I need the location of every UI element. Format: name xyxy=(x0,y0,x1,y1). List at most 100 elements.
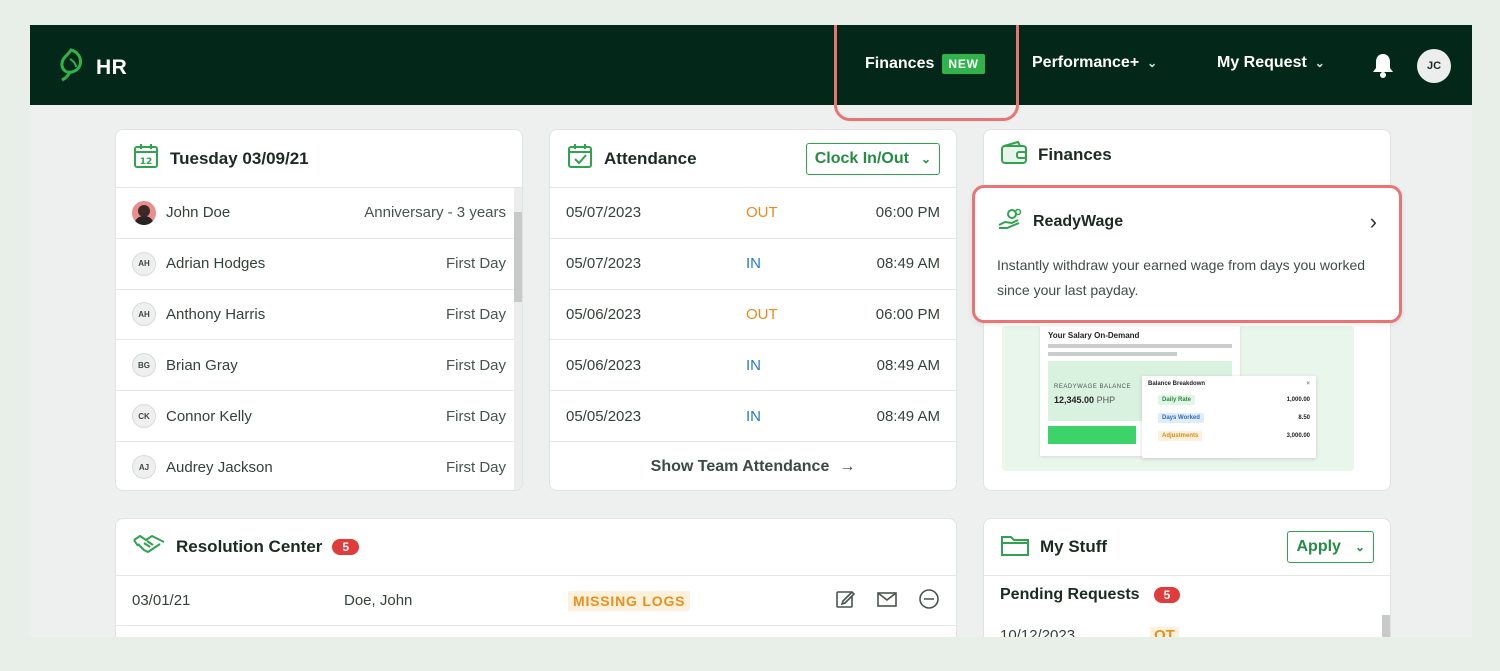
show-team-attendance-link[interactable]: Show Team Attendance → xyxy=(550,442,956,490)
resolution-center-header: Resolution Center 5 xyxy=(116,519,956,576)
table-row[interactable]: 03/01/21 Doe, John MISSING LOGS xyxy=(116,576,956,626)
attendance-time: 06:00 PM xyxy=(875,305,940,323)
calendar-date-number: 12 xyxy=(140,157,153,167)
event-note: First Day xyxy=(446,458,506,476)
chevron-down-icon: ⌄ xyxy=(1147,56,1158,70)
calendar-check-icon xyxy=(566,142,594,175)
attendance-time: 08:49 AM xyxy=(876,407,940,425)
list-item[interactable]: John Doe Anniversary - 3 years xyxy=(116,188,522,239)
my-stuff-header: My Stuff Apply ⌄ xyxy=(984,519,1390,576)
event-note: First Day xyxy=(446,255,506,273)
calendar-title: Tuesday 03/09/21 xyxy=(170,148,309,168)
person-name: John Doe xyxy=(166,204,231,222)
list-item[interactable]: AH Anthony Harris First Day xyxy=(116,290,522,341)
attendance-date: 05/06/2023 xyxy=(566,356,642,374)
nav-performance[interactable]: Performance+ ⌄ xyxy=(1032,54,1157,72)
attendance-card: Attendance Clock In/Out ⌄ 05/07/2023 OUT… xyxy=(549,129,957,491)
bell-icon[interactable] xyxy=(1370,51,1396,84)
scrollbar-thumb[interactable] xyxy=(1382,615,1390,637)
readywage-preview-image: Your Salary On-Demand READYWAGE BALANCE … xyxy=(1002,326,1354,471)
attendance-time: 06:00 PM xyxy=(875,204,940,222)
count-badge: 5 xyxy=(1153,587,1181,603)
person-name: Anthony Harris xyxy=(166,305,266,323)
attendance-date: 05/07/2023 xyxy=(566,204,642,222)
person-name: Connor Kelly xyxy=(166,407,252,425)
attendance-date: 05/07/2023 xyxy=(566,255,642,273)
list-item[interactable]: 10/12/2023 OT xyxy=(1000,627,1380,637)
calendar-list: John Doe Anniversary - 3 years AH Adrian… xyxy=(116,188,522,490)
list-item[interactable]: BG Brian Gray First Day xyxy=(116,340,522,392)
clock-in-out-button[interactable]: Clock In/Out ⌄ xyxy=(805,142,940,175)
avatar xyxy=(132,200,156,225)
attendance-date: 05/05/2023 xyxy=(566,407,642,425)
preview-breakdown: Balance Breakdown × Daily Rate 1,000.00 Da… xyxy=(1142,376,1316,458)
finances-title: Finances xyxy=(1038,145,1112,164)
edit-icon[interactable] xyxy=(834,588,856,614)
nav-finances[interactable]: Finances NEW xyxy=(865,54,985,74)
hr-app: HR Finances NEW Performance+ ⌄ My Reques… xyxy=(30,25,1472,637)
event-note: Anniversary - 3 years xyxy=(364,204,506,222)
brand[interactable]: HR xyxy=(56,47,127,88)
pending-date: 10/12/2023 xyxy=(1000,627,1076,637)
chevron-right-icon[interactable]: › xyxy=(1370,209,1377,235)
avatar: AH xyxy=(132,302,156,327)
list-item[interactable]: CK Connor Kelly First Day xyxy=(116,391,522,442)
new-badge: NEW xyxy=(942,54,985,74)
preview-breakdown-row: Adjustments 3,000.00 xyxy=(1148,431,1310,441)
table-row: 05/05/2023 IN 08:49 AM xyxy=(550,391,956,442)
wallet-icon xyxy=(1000,140,1028,171)
event-note: First Day xyxy=(446,305,506,323)
resolution-center-card: Resolution Center 5 03/01/21 Doe, John M… xyxy=(115,518,957,637)
preview-balance-value: 12,345.00 PHP xyxy=(1054,395,1115,405)
attendance-card-header: Attendance Clock In/Out ⌄ xyxy=(550,130,956,188)
preview-value: 8.50 xyxy=(1298,415,1310,421)
nav-my-request[interactable]: My Request ⌄ xyxy=(1217,54,1325,72)
resolution-date: 03/01/21 xyxy=(132,592,191,609)
minus-circle-icon[interactable] xyxy=(918,588,940,614)
calendar-card: 12 Tuesday 03/09/21 John Doe Anniversary… xyxy=(115,129,523,491)
person-name: Adrian Hodges xyxy=(166,255,266,273)
attendance-time: 08:49 AM xyxy=(876,255,940,273)
list-item[interactable]: AJ Audrey Jackson First Day xyxy=(116,442,522,490)
table-row: 05/06/2023 OUT 06:00 PM xyxy=(550,290,956,341)
mail-icon[interactable] xyxy=(876,588,898,614)
readywage-header: ReadyWage › xyxy=(997,208,1377,235)
pending-requests-heading: Pending Requests 5 xyxy=(984,576,1390,604)
person-name: Audrey Jackson xyxy=(166,458,273,476)
top-navigation-bar: HR Finances NEW Performance+ ⌄ My Reques… xyxy=(30,25,1472,105)
attendance-status: IN xyxy=(746,356,761,374)
scrollbar[interactable] xyxy=(1382,615,1390,637)
clock-in-out-label: Clock In/Out xyxy=(814,149,909,167)
apply-button[interactable]: Apply ⌄ xyxy=(1287,531,1374,563)
finances-card: Finances Your Salary On-Demand READYWAGE… xyxy=(972,129,1402,491)
handshake-icon xyxy=(132,532,166,563)
event-note: First Day xyxy=(446,407,506,425)
preview-breakdown-header: Balance Breakdown × xyxy=(1148,381,1310,387)
readywage-title: ReadyWage xyxy=(1033,212,1124,230)
finances-card-header: Finances xyxy=(984,130,1390,180)
attendance-status: OUT xyxy=(746,305,778,323)
preview-heading: Your Salary On-Demand xyxy=(1048,331,1140,340)
scrollbar-thumb[interactable] xyxy=(514,212,522,302)
person-name: Brian Gray xyxy=(166,356,238,374)
pending-type: OT xyxy=(1150,627,1179,637)
avatar: BG xyxy=(132,353,156,378)
count-badge: 5 xyxy=(332,539,360,555)
my-stuff-card: My Stuff Apply ⌄ Pending Requests 5 10/1… xyxy=(983,518,1391,637)
readywage-card[interactable]: ReadyWage › Instantly withdraw your earn… xyxy=(972,185,1402,323)
row-actions xyxy=(834,588,940,614)
folder-icon xyxy=(1000,532,1030,563)
arrow-right-icon: → xyxy=(839,457,856,475)
calendar-icon: 12 xyxy=(132,142,160,175)
attendance-status: IN xyxy=(746,255,761,273)
list-item[interactable]: AH Adrian Hodges First Day xyxy=(116,239,522,290)
scrollbar[interactable] xyxy=(514,188,522,490)
preview-breakdown-title: Balance Breakdown xyxy=(1148,381,1206,387)
user-avatar[interactable]: JC xyxy=(1417,49,1451,83)
apply-label: Apply xyxy=(1296,538,1341,555)
pending-requests-title: Pending Requests xyxy=(1000,586,1140,603)
attendance-time: 08:49 AM xyxy=(876,356,940,374)
event-note: First Day xyxy=(446,356,506,374)
preview-line xyxy=(1048,344,1232,348)
chevron-down-icon: ⌄ xyxy=(1354,540,1365,554)
